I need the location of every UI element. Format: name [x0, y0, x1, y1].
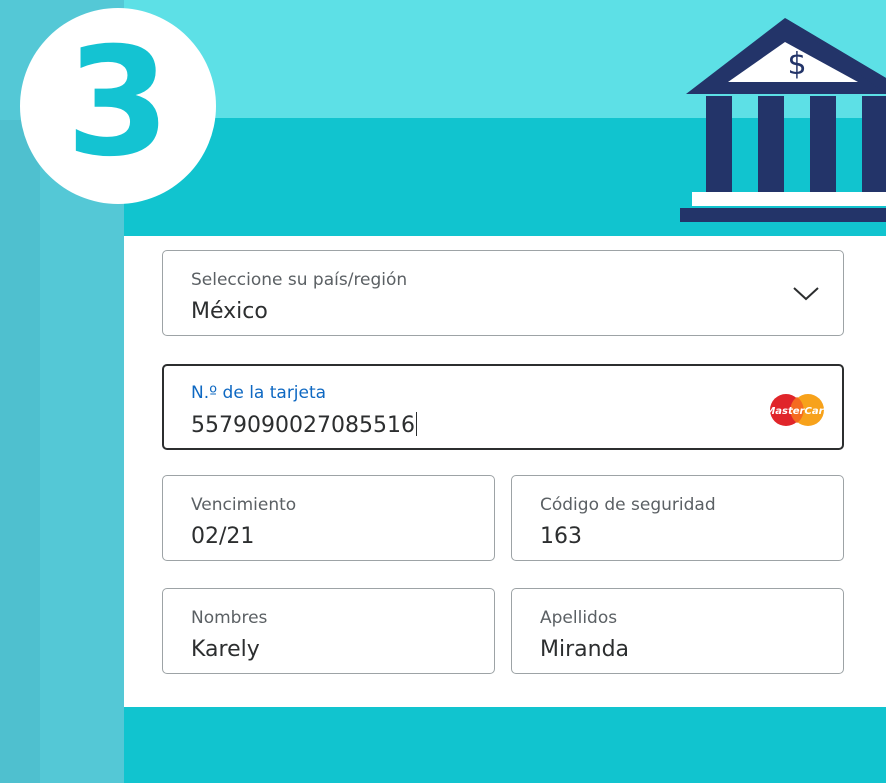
expiry-value: 02/21 — [191, 524, 255, 549]
expiry-field[interactable]: Vencimiento 02/21 — [162, 475, 495, 561]
first-name-field[interactable]: Nombres Karely — [162, 588, 495, 674]
expiry-label: Vencimiento — [191, 495, 297, 515]
card-number-field[interactable]: N.º de la tarjeta 5579090027085516 Maste… — [162, 364, 844, 450]
country-select[interactable]: Seleccione su país/región México — [162, 250, 844, 336]
security-code-label: Código de seguridad — [540, 495, 716, 515]
svg-text:MasterCard: MasterCard — [766, 406, 830, 417]
dollar-sign: $ — [787, 47, 806, 82]
step-badge: 3 — [20, 8, 216, 204]
first-name-label: Nombres — [191, 608, 268, 628]
step-number: 3 — [65, 16, 171, 190]
country-value: México — [191, 299, 268, 324]
bank-icon: $ — [680, 18, 886, 222]
first-name-value: Karely — [191, 637, 260, 662]
card-number-label: N.º de la tarjeta — [191, 383, 327, 403]
security-code-value: 163 — [540, 524, 582, 549]
last-name-field[interactable]: Apellidos Miranda — [511, 588, 844, 674]
left-strip-shade — [0, 120, 40, 783]
last-name-label: Apellidos — [540, 608, 618, 628]
card-number-value: 5579090027085516 — [191, 412, 417, 438]
country-label: Seleccione su país/región — [191, 270, 408, 290]
security-code-field[interactable]: Código de seguridad 163 — [511, 475, 844, 561]
payment-form: Seleccione su país/región México N.º de … — [124, 236, 886, 707]
last-name-value: Miranda — [540, 637, 630, 662]
text-caret — [415, 412, 417, 436]
mastercard-icon: MasterCard — [766, 394, 830, 426]
chevron-down-icon — [793, 287, 819, 301]
